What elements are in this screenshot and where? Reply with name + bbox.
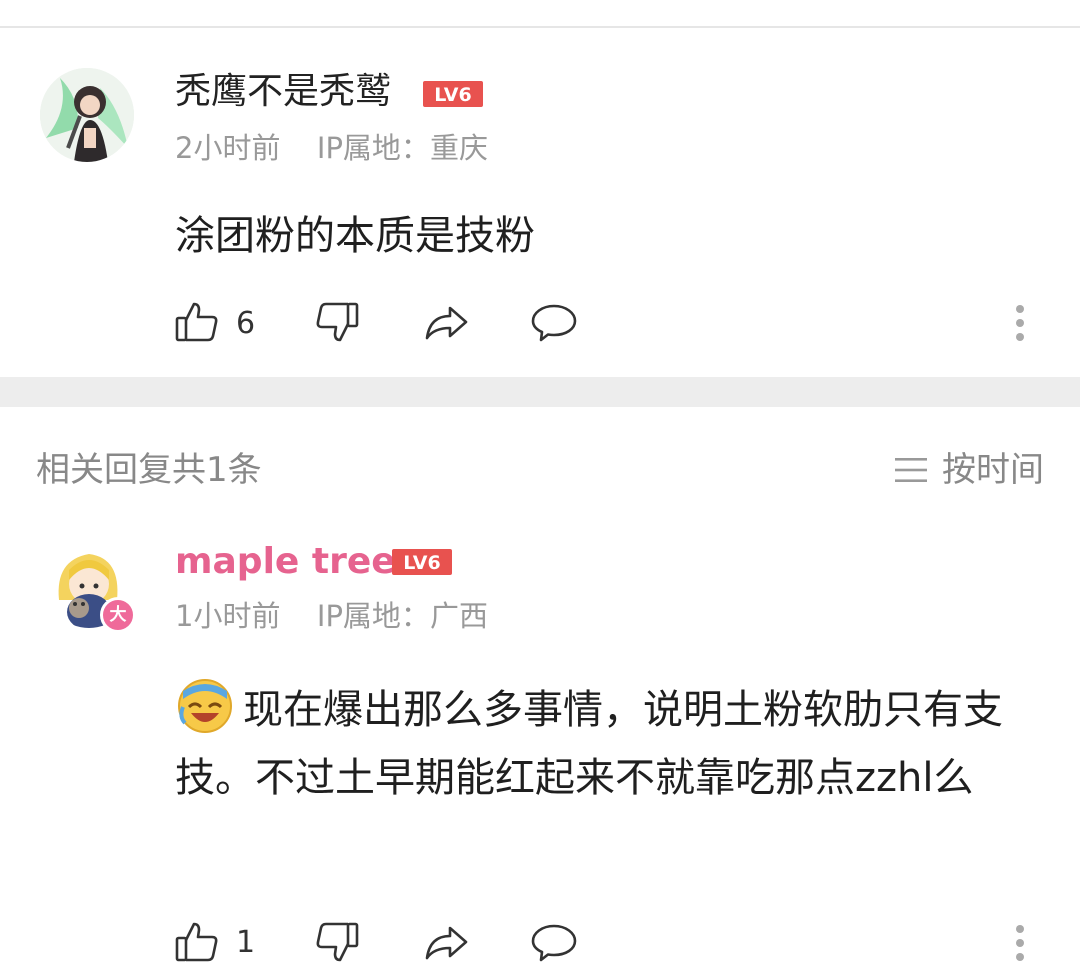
share-icon[interactable] bbox=[422, 298, 470, 346]
svg-text:LV6: LV6 bbox=[403, 552, 440, 574]
dislike-icon[interactable] bbox=[313, 298, 361, 346]
ip-label: IP属地： bbox=[316, 599, 430, 633]
list-icon bbox=[895, 458, 927, 482]
reply-username[interactable]: maple tree bbox=[175, 540, 396, 584]
level-badge-icon: LV6 bbox=[392, 549, 452, 575]
top-divider bbox=[0, 26, 1080, 28]
comment-text: 涂团粉的本质是技粉 bbox=[175, 213, 535, 259]
reply-text-block: 现在爆出那么多事情，说明土粉软肋只有支技。不过土早期能红起来不就靠吃那点zzhl… bbox=[175, 676, 1050, 812]
level-badge-icon: LV6 bbox=[423, 81, 483, 107]
ip-location: 广西 bbox=[429, 599, 488, 633]
reply-meta: 1小时前 IP属地：广西 bbox=[175, 598, 488, 634]
sort-label: 按时间 bbox=[942, 450, 1044, 490]
share-icon[interactable] bbox=[422, 918, 470, 966]
svg-text:LV6: LV6 bbox=[434, 84, 471, 106]
more-options-icon[interactable] bbox=[1014, 303, 1026, 343]
like-icon[interactable] bbox=[173, 298, 221, 346]
role-badge: 大 bbox=[100, 597, 136, 633]
comment-detail-page: 秃鹰不是秃鹫 LV6 2小时前 IP属地：重庆 涂团粉的本质是技粉 6 相关回复… bbox=[0, 0, 1080, 979]
like-count: 6 bbox=[236, 306, 256, 341]
reply-time: 1小时前 bbox=[175, 599, 281, 633]
comment-time: 2小时前 bbox=[175, 131, 281, 165]
ip-location: 重庆 bbox=[429, 131, 488, 165]
laughing-crying-emoji-icon bbox=[178, 679, 232, 733]
avatar[interactable] bbox=[40, 68, 134, 162]
dislike-icon[interactable] bbox=[313, 918, 361, 966]
like-icon[interactable] bbox=[173, 918, 221, 966]
reply-icon[interactable] bbox=[530, 918, 578, 966]
like-count: 1 bbox=[236, 925, 256, 960]
username[interactable]: 秃鹰不是秃鹫 bbox=[175, 70, 391, 114]
reply-text: 现在爆出那么多事情，说明土粉软肋只有支技。不过土早期能红起来不就靠吃那点zzhl… bbox=[175, 687, 1003, 801]
comment-meta: 2小时前 IP属地：重庆 bbox=[175, 130, 488, 166]
more-options-icon[interactable] bbox=[1014, 923, 1026, 963]
reply-icon[interactable] bbox=[530, 298, 578, 346]
replies-count-title: 相关回复共1条 bbox=[36, 450, 262, 490]
avatar-image bbox=[40, 68, 134, 162]
section-divider bbox=[0, 377, 1080, 407]
ip-label: IP属地： bbox=[316, 131, 430, 165]
sort-button[interactable]: 按时间 bbox=[894, 448, 1044, 492]
